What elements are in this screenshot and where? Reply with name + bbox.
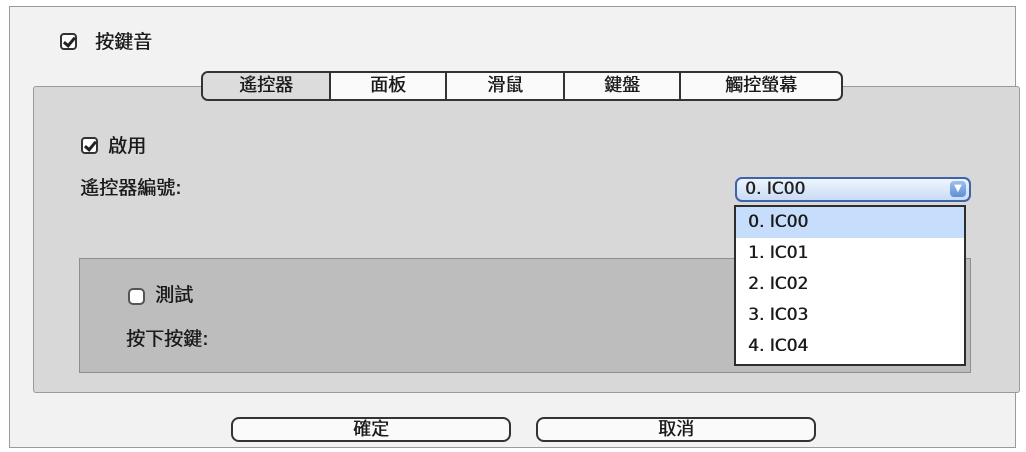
tab-remote[interactable]: 遙控器 — [203, 73, 331, 99]
chevron-down-icon[interactable]: ▼ — [950, 181, 966, 197]
tab-mouse[interactable]: 滑鼠 — [447, 73, 565, 99]
remote-id-label: 遙控器編號: — [80, 177, 182, 199]
tab-touchscreen[interactable]: 觸控螢幕 — [681, 73, 841, 99]
tab-panel[interactable]: 面板 — [331, 73, 447, 99]
dropdown-option[interactable]: 1. IC01 — [736, 238, 964, 269]
remote-id-dropdown: 0. IC00 1. IC01 2. IC02 3. IC03 4. IC04 — [734, 205, 966, 366]
dropdown-option[interactable]: 0. IC00 — [736, 207, 964, 238]
keytone-checkbox[interactable] — [60, 33, 77, 50]
tab-bar: 遙控器 面板 滑鼠 鍵盤 觸控螢幕 — [201, 71, 843, 101]
keytone-label: 按鍵音 — [95, 31, 153, 53]
select-value: 0. IC00 — [745, 179, 806, 199]
press-key-label: 按下按鍵: — [126, 328, 209, 350]
dropdown-option[interactable]: 2. IC02 — [736, 269, 964, 300]
test-checkbox[interactable] — [128, 288, 145, 305]
ok-button[interactable]: 確定 — [231, 417, 511, 442]
enable-label: 啟用 — [108, 135, 147, 157]
test-label: 測試 — [155, 284, 194, 306]
tab-keyboard[interactable]: 鍵盤 — [565, 73, 681, 99]
dropdown-option[interactable]: 3. IC03 — [736, 300, 964, 331]
remote-id-select[interactable]: 0. IC00 ▼ — [735, 177, 971, 202]
dropdown-option[interactable]: 4. IC04 — [736, 331, 964, 362]
cancel-button[interactable]: 取消 — [536, 417, 816, 442]
enable-checkbox[interactable] — [81, 137, 98, 154]
